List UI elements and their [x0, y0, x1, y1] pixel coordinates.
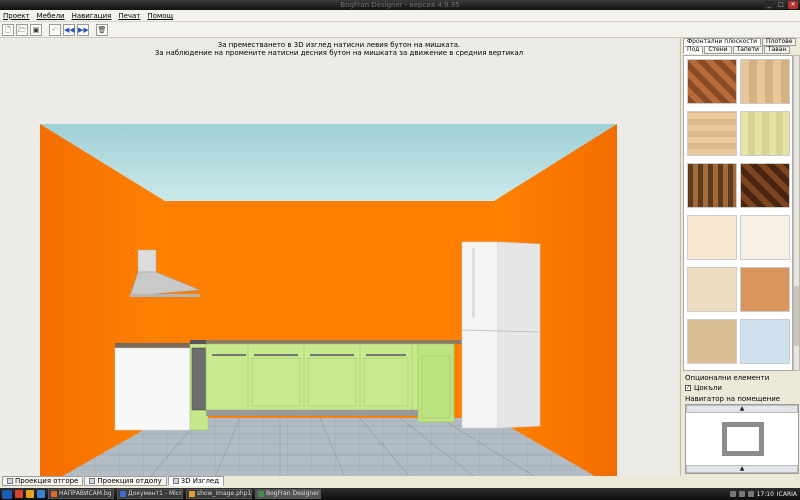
browser-icon[interactable]: [15, 490, 23, 498]
title-bar: BogFran Designer - версия 4.9.35 _ □ ✕: [0, 0, 800, 10]
texture-swatch[interactable]: [687, 111, 737, 156]
texture-swatch[interactable]: [687, 215, 737, 260]
task-button[interactable]: Документ1 - Micro: [117, 489, 183, 499]
optional-elements-title: Опционални елементи: [685, 374, 770, 382]
tray-icon[interactable]: [729, 491, 736, 497]
bottom-view-icon: [89, 478, 96, 484]
menu-help[interactable]: Помощ: [147, 12, 173, 20]
close-button[interactable]: ✕: [788, 1, 798, 9]
tab-walls[interactable]: Стени: [704, 46, 732, 54]
menu-navigation[interactable]: Навигация: [72, 12, 112, 20]
hint-line-1: За преместването в 3D изглед натисни лев…: [217, 41, 461, 49]
media-icon[interactable]: [26, 490, 34, 498]
os-taskbar: НАПРАВИСАМ.bg Документ1 - Micro show_ima…: [0, 488, 800, 500]
top-view-icon: [7, 478, 13, 484]
nav-down-arrow-icon[interactable]: ▲: [686, 465, 798, 473]
tab-floor[interactable]: Под: [683, 46, 704, 54]
texture-swatch[interactable]: [740, 319, 790, 364]
texture-swatch[interactable]: [687, 319, 737, 364]
tab-3d-view[interactable]: 3D Изглед: [167, 476, 225, 486]
menu-project[interactable]: Проект: [3, 12, 30, 20]
texture-swatch[interactable]: [740, 267, 790, 312]
texture-swatch[interactable]: [687, 267, 737, 312]
save-project-icon[interactable]: ▣: [30, 23, 42, 36]
nav-up-arrow-icon[interactable]: ▲: [686, 405, 798, 413]
plinths-checkbox[interactable]: ✓: [685, 385, 691, 391]
materials-panel: Фронтални плоскости Плотове Под Стени Та…: [680, 38, 800, 476]
green-base-cabinets[interactable]: [205, 340, 462, 423]
tray-text: ICARIA: [776, 490, 797, 498]
maximize-button[interactable]: □: [776, 1, 786, 9]
window-icon: [51, 491, 57, 497]
viewport-hint: За преместването в 3D изглед натисни лев…: [0, 41, 678, 57]
texture-swatch[interactable]: [740, 215, 790, 260]
texture-swatch[interactable]: [687, 59, 737, 104]
minimize-button[interactable]: _: [764, 1, 774, 9]
menu-furniture[interactable]: Мебели: [37, 12, 65, 20]
texture-swatch[interactable]: [740, 59, 790, 104]
tab-front-panels[interactable]: Фронтални плоскости: [683, 38, 762, 46]
3d-viewport[interactable]: За преместването в 3D изглед натисни лев…: [0, 38, 678, 476]
tab-ceiling[interactable]: Таван: [763, 46, 791, 54]
texture-scrollbar[interactable]: [793, 55, 800, 371]
hint-line-2: За наблюдение на промените натисни десни…: [154, 49, 524, 57]
plinths-toggle[interactable]: ✓ Цокъли: [685, 384, 722, 392]
texture-swatch[interactable]: [687, 163, 737, 208]
task-button[interactable]: BogFran Designer -: [255, 489, 321, 499]
undo-icon[interactable]: ↶: [49, 23, 61, 36]
window-icon: [189, 491, 195, 497]
refrigerator[interactable]: [461, 241, 541, 429]
room-3d-scene[interactable]: [0, 58, 678, 476]
menu-print[interactable]: Печат: [118, 12, 140, 20]
3d-view-icon: [172, 478, 179, 484]
tray-icon[interactable]: [747, 491, 754, 497]
texture-swatch[interactable]: [740, 111, 790, 156]
tab-worktops[interactable]: Плотове: [762, 38, 797, 46]
open-project-icon[interactable]: 🗁: [16, 23, 28, 36]
forward-icon[interactable]: ▶▶: [77, 23, 89, 36]
new-project-icon[interactable]: 🗋: [2, 23, 14, 36]
tab-wallpapers[interactable]: Тапети: [732, 46, 763, 54]
tray-icon[interactable]: [738, 491, 745, 497]
plinths-label: Цокъли: [694, 384, 722, 392]
scrollbar-thumb[interactable]: [794, 286, 799, 346]
app-icon[interactable]: [37, 490, 45, 498]
tab-top-projection[interactable]: Проекция отгоре: [2, 476, 84, 486]
floor-texture-grid: [683, 55, 793, 371]
window-title: BogFran Designer - версия 4.9.35: [340, 1, 460, 9]
view-tabs: Проекция отгоре Проекция отдолу 3D Изгле…: [0, 476, 678, 488]
room-navigator[interactable]: ▲ ▲: [685, 404, 799, 474]
oven[interactable]: [190, 340, 208, 411]
texture-swatch[interactable]: [740, 163, 790, 208]
menu-bar: Проект Мебели Навигация Печат Помощ: [0, 10, 800, 22]
room-preview[interactable]: [722, 422, 764, 456]
task-button[interactable]: НАПРАВИСАМ.bg: [48, 489, 114, 499]
start-button[interactable]: [2, 489, 12, 499]
window-icon: [120, 491, 126, 497]
task-button[interactable]: show_image.php1 j: [186, 489, 252, 499]
clock[interactable]: 17:10: [757, 491, 774, 498]
window-icon: [258, 491, 264, 497]
delete-icon[interactable]: 🗑: [96, 23, 108, 36]
system-tray: 17:10 ICARIA: [729, 488, 800, 500]
toolbar: 🗋 🗁 ▣ ↶ ◀◀ ▶▶ 🗑: [0, 22, 800, 38]
rewind-icon[interactable]: ◀◀: [63, 23, 75, 36]
room-navigator-title: Навигатор на помещение: [685, 395, 781, 403]
tab-bottom-projection[interactable]: Проекция отдолу: [84, 476, 167, 486]
